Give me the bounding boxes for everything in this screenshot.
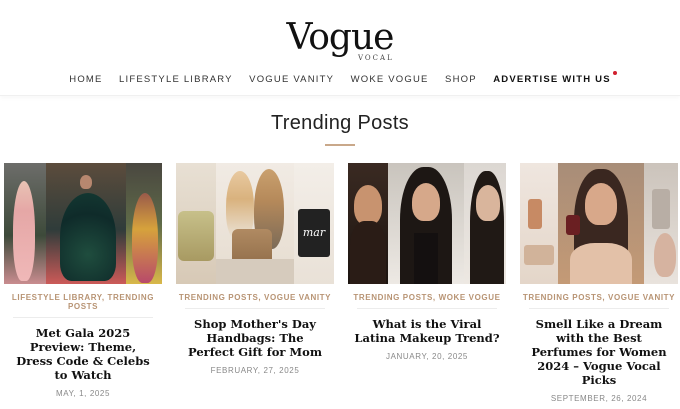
post-title[interactable]: Shop Mother's Day Handbags: The Perfect …: [176, 317, 334, 359]
post-date: SEPTEMBER, 26, 2024: [550, 394, 648, 403]
photo-panel: [558, 163, 644, 284]
post-thumbnail-latina-makeup[interactable]: [348, 163, 506, 284]
main-nav: HOME LIFESTYLE LIBRARY VOGUE VANITY WOKE…: [0, 69, 680, 87]
site-header: Vogue VOCAL HOME LIFESTYLE LIBRARY VOGUE…: [0, 0, 680, 96]
nav-vogue-vanity[interactable]: VOGUE VANITY: [249, 74, 334, 85]
section-title: Trending Posts: [271, 112, 409, 134]
photo-panel: [126, 163, 162, 284]
logo-subtitle: VOCAL: [358, 54, 394, 62]
title-underline: [325, 144, 355, 146]
photo-panel: [464, 163, 506, 284]
post-categories[interactable]: TRENDING POSTS, VOGUE VANITY: [176, 293, 334, 302]
card-divider: [185, 308, 325, 309]
photo-panel: [520, 163, 558, 284]
nav-home[interactable]: HOME: [69, 74, 102, 85]
card-divider: [357, 308, 497, 309]
post-thumbnail-met-gala[interactable]: [4, 163, 162, 284]
card-divider: [13, 317, 153, 318]
post-categories[interactable]: LIFESTYLE LIBRARY, TRENDING POSTS: [4, 293, 162, 311]
logo-wordmark[interactable]: Vogue: [287, 17, 395, 58]
post-card[interactable]: mar TRENDING POSTS, VOGUE VANITY Shop Mo…: [176, 163, 334, 375]
post-categories[interactable]: TRENDING POSTS, WOKE VOGUE: [348, 293, 506, 302]
bag-print-text: mar: [298, 209, 330, 257]
nav-advertise-label[interactable]: ADVERTISE WITH US: [493, 74, 611, 85]
post-title[interactable]: What is the Viral Latina Makeup Trend?: [348, 317, 506, 345]
post-thumbnail-handbags[interactable]: mar: [176, 163, 334, 284]
photo-panel: mar: [294, 163, 334, 284]
photo-panel: [4, 163, 46, 284]
post-date: MAY, 1, 2025: [55, 389, 111, 398]
post-title[interactable]: Smell Like a Dream with the Best Perfume…: [520, 317, 678, 387]
photo-panel: [46, 163, 126, 284]
nav-shop[interactable]: SHOP: [445, 74, 477, 85]
site-logo[interactable]: Vogue VOCAL: [0, 17, 680, 63]
notification-dot-icon: [612, 71, 617, 75]
nav-advertise[interactable]: ADVERTISE WITH US: [493, 71, 617, 85]
nav-lifestyle-library[interactable]: LIFESTYLE LIBRARY: [119, 74, 233, 85]
post-thumbnail-perfumes[interactable]: [520, 163, 678, 284]
photo-panel: [216, 163, 294, 284]
photo-panel: [348, 163, 388, 284]
post-date: FEBRUARY, 27, 2025: [210, 366, 300, 375]
post-title[interactable]: Met Gala 2025 Preview: Theme, Dress Code…: [4, 326, 162, 382]
photo-panel: [388, 163, 464, 284]
post-categories[interactable]: TRENDING POSTS, VOGUE VANITY: [520, 293, 678, 302]
photo-panel: [176, 163, 216, 284]
post-date: JANUARY, 20, 2025: [386, 352, 468, 361]
photo-panel: [644, 163, 678, 284]
nav-woke-vogue[interactable]: WOKE VOGUE: [351, 74, 429, 85]
post-card[interactable]: TRENDING POSTS, WOKE VOGUE What is the V…: [348, 163, 506, 361]
card-divider: [529, 308, 669, 309]
post-card[interactable]: LIFESTYLE LIBRARY, TRENDING POSTS Met Ga…: [4, 163, 162, 398]
post-card[interactable]: TRENDING POSTS, VOGUE VANITY Smell Like …: [520, 163, 678, 403]
